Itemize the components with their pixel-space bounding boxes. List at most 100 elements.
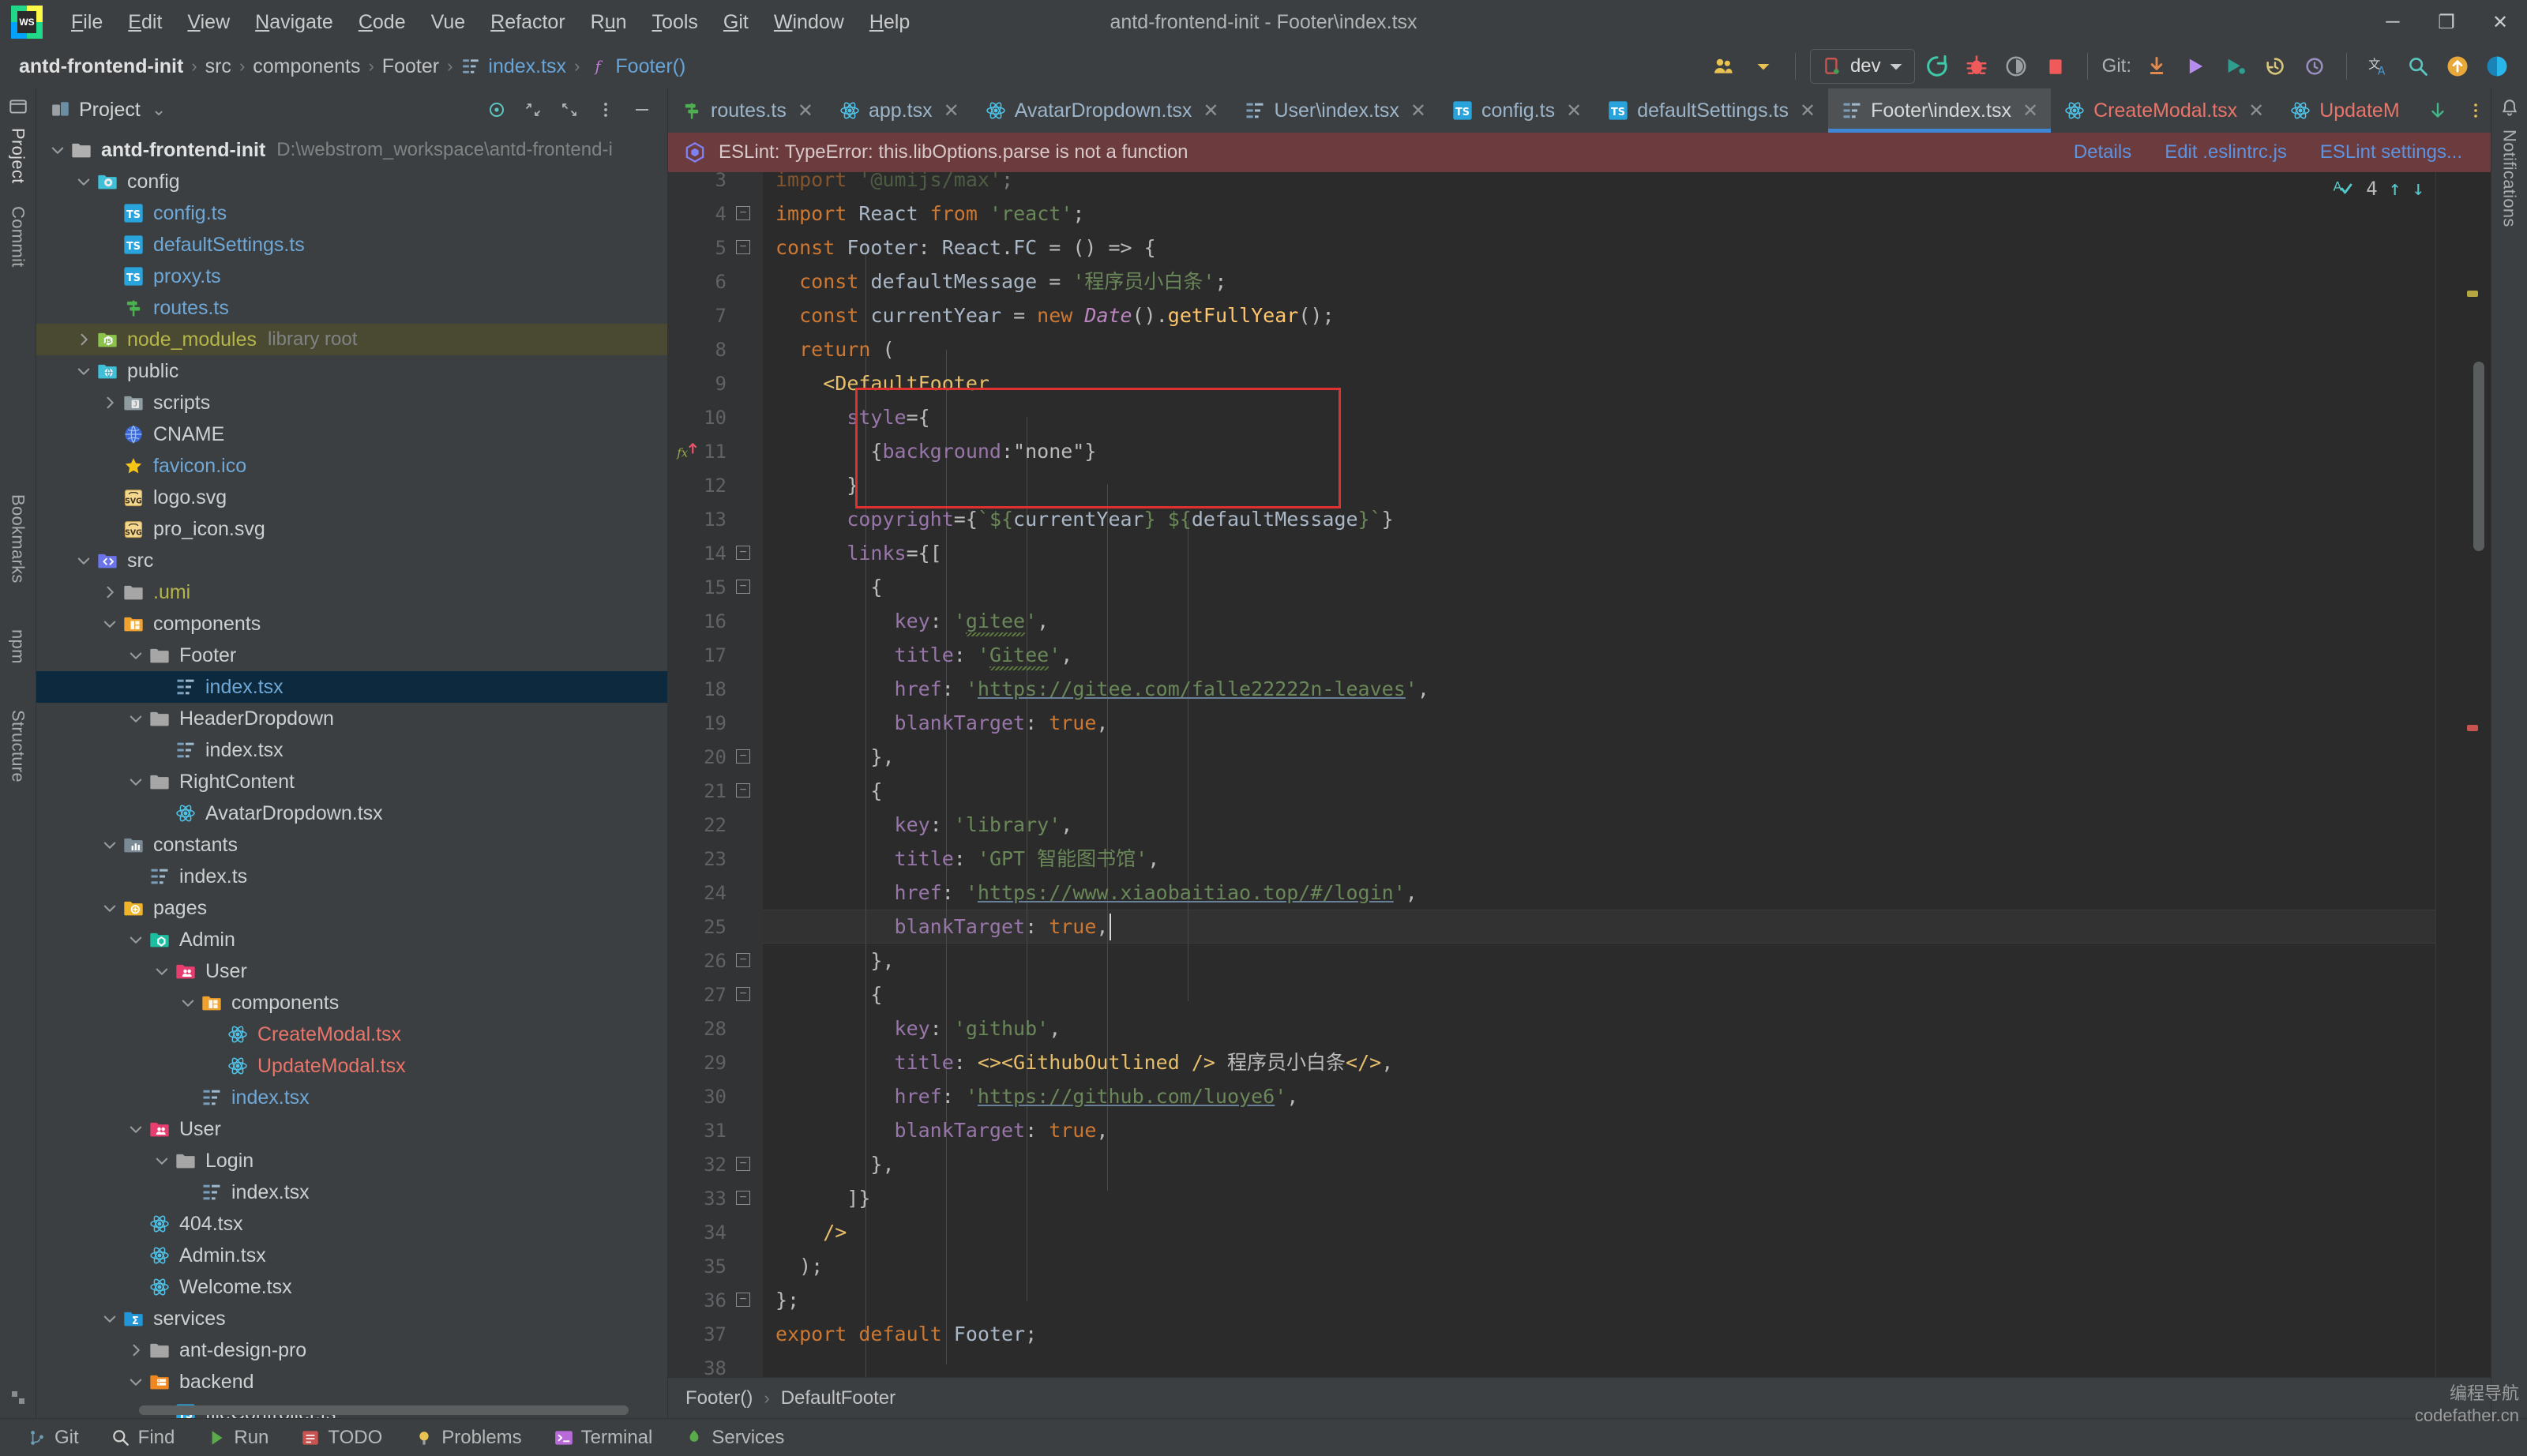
code-line[interactable]: const currentYear = new Date().getFullYe…	[775, 298, 1334, 332]
breadcrumb-components[interactable]: components	[253, 55, 360, 78]
tree-folder-row[interactable]: backend	[36, 1366, 667, 1398]
tree-file-row[interactable]: routes.ts	[36, 292, 667, 324]
update-project-icon[interactable]	[2139, 49, 2174, 84]
prev-problem-icon[interactable]: ↑	[2389, 177, 2401, 201]
debug-icon[interactable]	[1959, 49, 1994, 84]
breadcrumb-index-tsx[interactable]: index.tsx	[488, 55, 566, 78]
chevron-down-icon[interactable]	[1746, 49, 1781, 84]
tree-folder-row[interactable]: Jscripts	[36, 387, 667, 418]
rollback-icon[interactable]	[2297, 49, 2332, 84]
code-line[interactable]: style={	[775, 400, 929, 434]
code-line[interactable]: },	[775, 1147, 894, 1181]
eslint-link-details[interactable]: Details	[2074, 141, 2131, 163]
tree-folder-row[interactable]: components	[36, 608, 667, 640]
code-line[interactable]: {background:"none"}	[775, 434, 1096, 468]
code-line[interactable]: blankTarget: true,	[775, 1113, 1109, 1147]
history-icon[interactable]	[2258, 49, 2292, 84]
hide-panel-icon[interactable]	[625, 92, 659, 127]
breadcrumb-footer[interactable]: Footer()	[615, 55, 685, 78]
chevron-down-icon[interactable]	[100, 900, 120, 916]
code-line[interactable]: href: 'https://www.xiaobaitiao.top/#/log…	[775, 876, 1417, 910]
tree-folder-row[interactable]: pages	[36, 892, 667, 924]
code-line[interactable]: ]}	[775, 1181, 870, 1215]
minimize-button[interactable]: ─	[2366, 0, 2420, 44]
code-line[interactable]: title: 'GPT 智能图书馆',	[775, 842, 1160, 876]
rail-item-commit[interactable]: Commit	[8, 195, 28, 279]
eslint-link-eslint-settings[interactable]: ESLint settings...	[2320, 141, 2462, 163]
tree-file-row[interactable]: SVG logo.svg	[36, 482, 667, 513]
code-line[interactable]: copyright={`${currentYear} ${defaultMess…	[775, 502, 1393, 536]
status-services[interactable]: Services	[668, 1419, 800, 1456]
chevron-down-icon[interactable]	[126, 647, 146, 663]
tree-folder-row[interactable]: HeaderDropdown	[36, 703, 667, 734]
close-button[interactable]: ✕	[2473, 0, 2527, 44]
close-icon[interactable]: ✕	[2248, 99, 2264, 122]
tree-folder-row[interactable]: public	[36, 355, 667, 387]
notifications-bell-icon[interactable]	[2499, 88, 2520, 118]
chevron-down-icon[interactable]	[152, 1153, 172, 1169]
tree-folder-row[interactable]: ant-design-pro	[36, 1334, 667, 1366]
structure-icon[interactable]	[9, 1388, 28, 1418]
rail-item-project[interactable]: Project	[8, 117, 28, 195]
tree-file-row[interactable]: index.tsx	[36, 1082, 667, 1113]
run-icon[interactable]	[1920, 49, 1954, 84]
code-fold-toggle[interactable]: −	[734, 544, 752, 561]
tree-folder-row[interactable]: RightContent	[36, 766, 667, 797]
status-find[interactable]: Find	[95, 1419, 191, 1456]
user-group-icon[interactable]	[1707, 49, 1741, 84]
chevron-down-icon[interactable]	[152, 963, 172, 979]
status-run[interactable]: Run	[190, 1419, 284, 1456]
project-tree[interactable]: antd-frontend-init D:\webstrom_workspace\…	[36, 131, 667, 1418]
code-line[interactable]: {	[775, 774, 882, 808]
tree-file-row[interactable]: index.tsx	[36, 734, 667, 766]
chevron-down-icon[interactable]	[100, 1311, 120, 1327]
status-terminal[interactable]: Terminal	[538, 1419, 669, 1456]
tree-folder-row[interactable]: .umi	[36, 576, 667, 608]
code-line[interactable]: return (	[775, 332, 894, 366]
editor-tab-createmodal-tsx[interactable]: CreateModal.tsx ✕	[2051, 88, 2277, 133]
menu-run[interactable]: Run	[578, 6, 640, 39]
stop-icon[interactable]	[2038, 49, 2073, 84]
tree-file-row[interactable]: TS defaultSettings.ts	[36, 229, 667, 261]
editor-tab-user-index-tsx[interactable]: User\index.tsx ✕	[1231, 88, 1439, 133]
code-line[interactable]: import '@umijs/max';	[775, 172, 1013, 197]
chevron-down-icon[interactable]	[73, 363, 94, 379]
chevron-down-icon[interactable]	[126, 1374, 146, 1390]
ai-assistant-icon[interactable]	[2480, 49, 2514, 84]
rail-item-structure[interactable]: Structure	[8, 699, 28, 794]
status-problems[interactable]: Problems	[398, 1419, 537, 1456]
editor-scrollbar[interactable]	[2473, 362, 2484, 551]
chevron-right-icon[interactable]	[100, 395, 120, 411]
chevron-down-icon[interactable]	[126, 774, 146, 790]
code-fold-toggle[interactable]: −	[734, 1189, 752, 1206]
search-everywhere-icon[interactable]	[2401, 49, 2435, 84]
breadcrumb-defaultfooter[interactable]: DefaultFooter	[781, 1387, 896, 1409]
code-fold-toggle[interactable]: −	[734, 951, 752, 969]
code-line[interactable]: key: 'github',	[775, 1011, 1061, 1045]
menu-vue[interactable]: Vue	[419, 6, 479, 39]
code-line[interactable]: );	[775, 1249, 823, 1283]
rail-item-notifications[interactable]: Notifications	[2499, 118, 2520, 238]
chevron-down-icon[interactable]	[126, 932, 146, 948]
editor-tab-updatem[interactable]: UpdateM	[2277, 88, 2412, 133]
code-line[interactable]: }	[775, 468, 858, 502]
branch-selector[interactable]: dev	[1809, 49, 1915, 84]
status-git[interactable]: Git	[11, 1419, 95, 1456]
tree-folder-row[interactable]: User	[36, 955, 667, 987]
breadcrumb-src[interactable]: src	[205, 55, 231, 78]
tree-folder-row[interactable]: constants	[36, 829, 667, 861]
rail-icon-project[interactable]	[8, 88, 28, 117]
editor-tab-routes-ts[interactable]: routes.ts ✕	[668, 88, 826, 133]
close-icon[interactable]: ✕	[1800, 99, 1815, 122]
menu-view[interactable]: View	[175, 6, 242, 39]
chevron-down-icon[interactable]	[100, 616, 120, 632]
tree-file-row[interactable]: UpdateModal.tsx	[36, 1050, 667, 1082]
tree-file-row[interactable]: SVG pro_icon.svg	[36, 513, 667, 545]
menu-help[interactable]: Help	[857, 6, 922, 39]
menu-code[interactable]: Code	[346, 6, 419, 39]
close-icon[interactable]: ✕	[1566, 99, 1582, 122]
code-line[interactable]: import React from 'react';	[775, 197, 1084, 231]
chevron-down-icon[interactable]	[73, 553, 94, 569]
editor-tab-avatardropdown-tsx[interactable]: AvatarDropdown.tsx ✕	[972, 88, 1232, 133]
close-icon[interactable]: ✕	[798, 99, 813, 122]
